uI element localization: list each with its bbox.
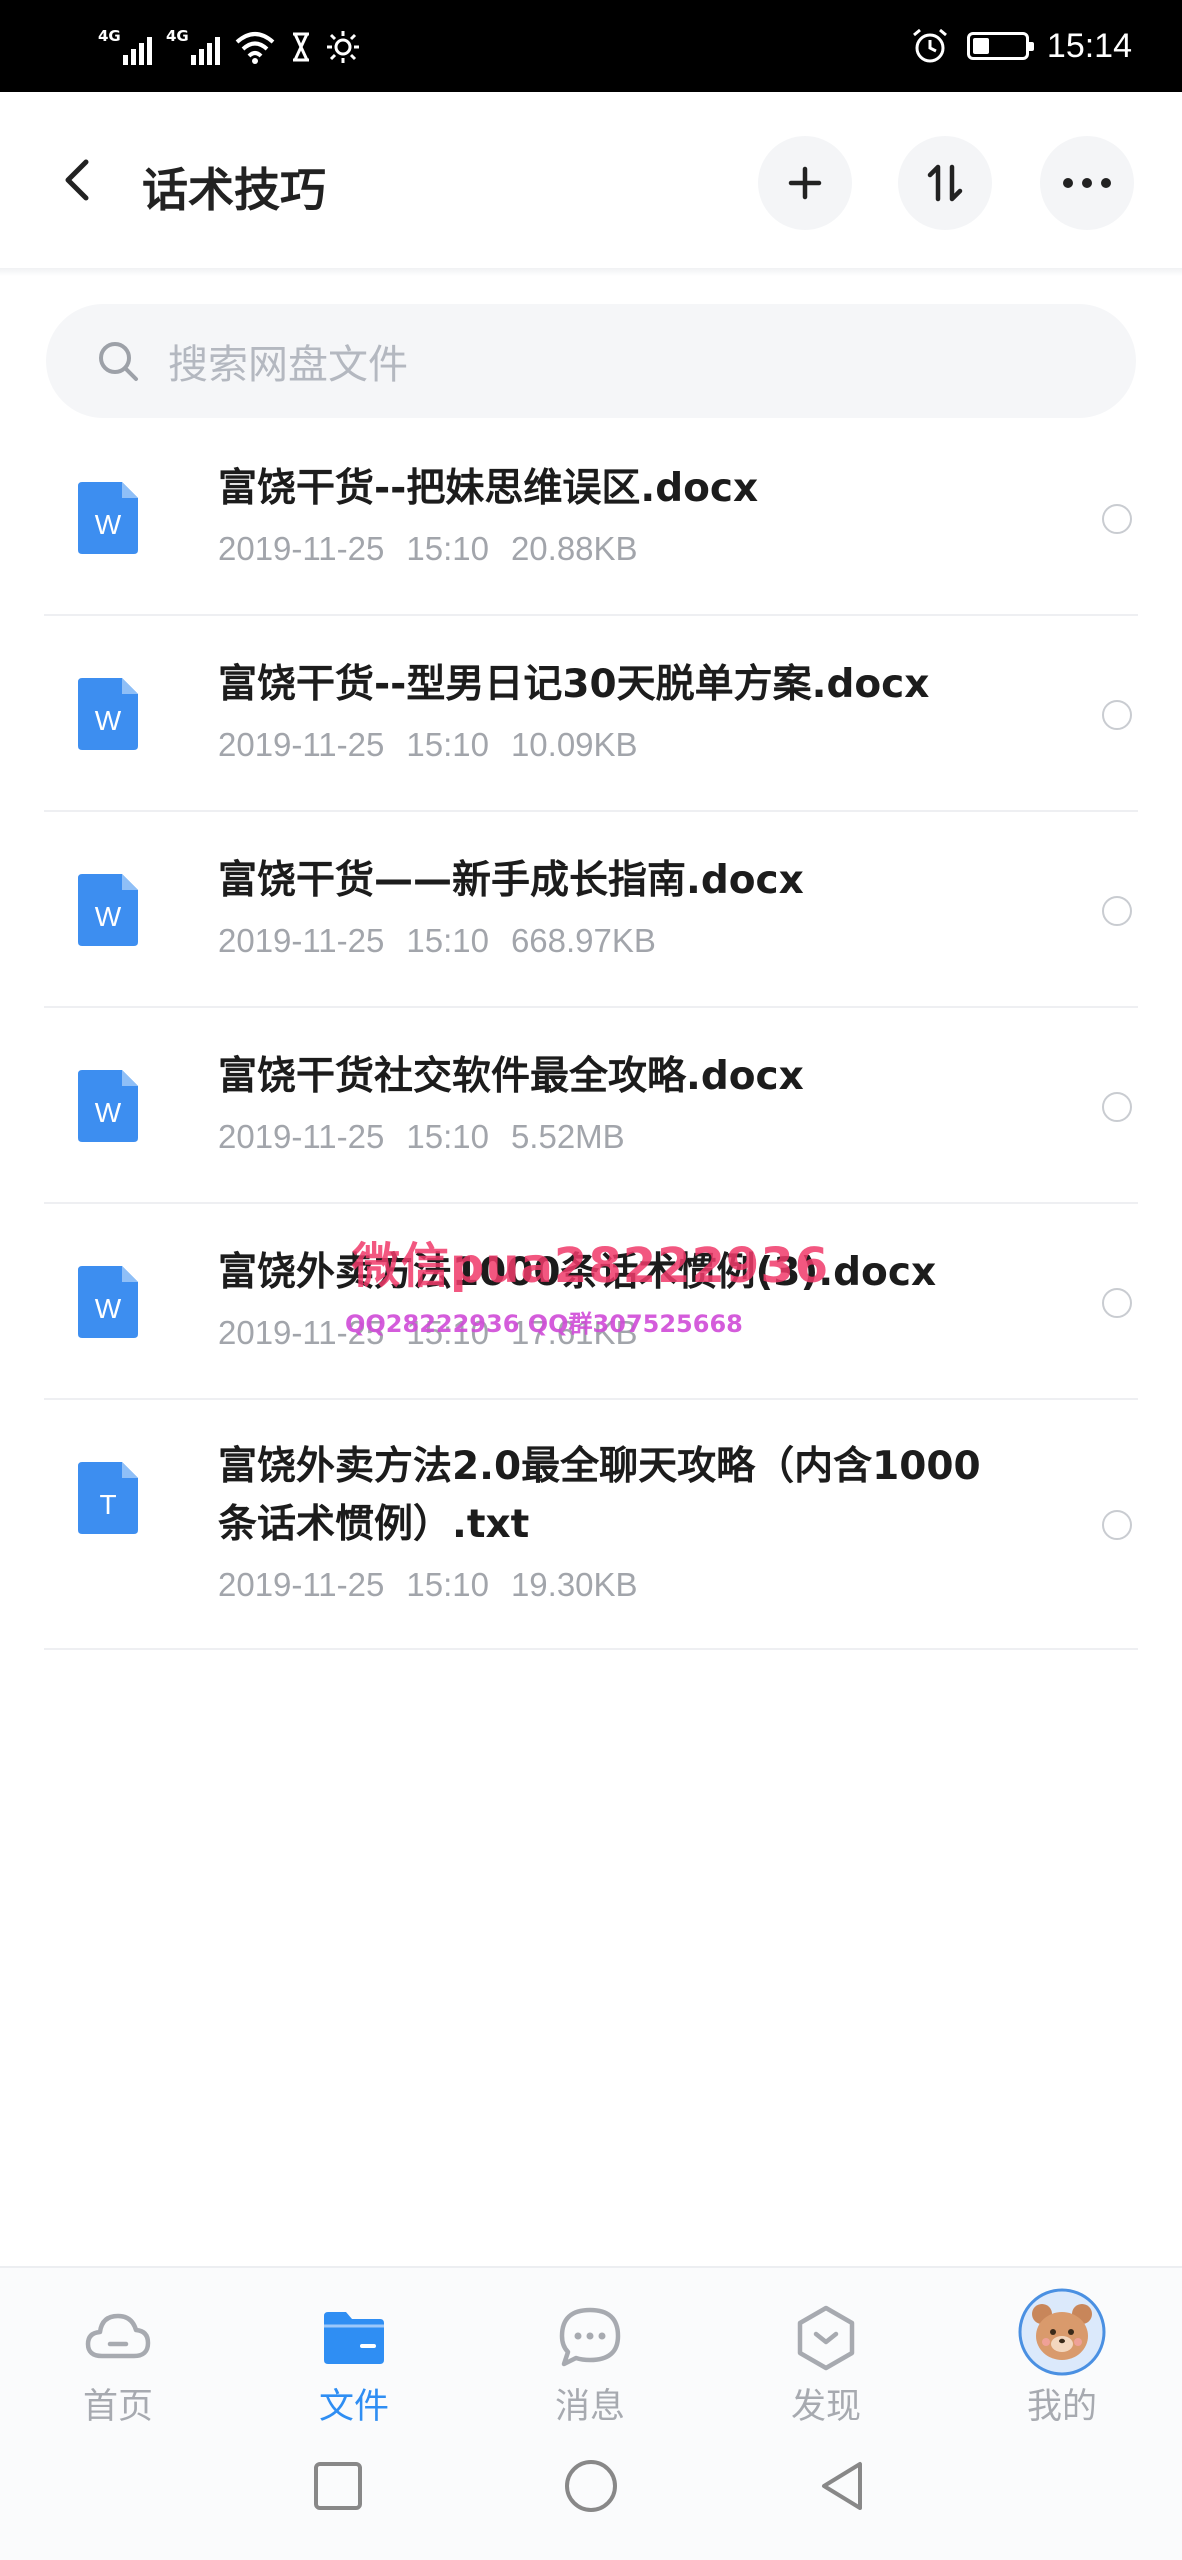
- battery-icon: [966, 32, 1034, 60]
- file-time: 15:10: [406, 1566, 489, 1603]
- system-nav-bar: [0, 2426, 1182, 2560]
- nav-messages[interactable]: 消息: [490, 2268, 690, 2428]
- page-title: 话术技巧: [142, 163, 326, 217]
- recents-icon[interactable]: [308, 2456, 368, 2516]
- file-name: 富饶干货——新手成长指南.docx: [218, 858, 804, 903]
- watermark-qq: QQ28222936 QQ群307525668: [345, 1310, 743, 1338]
- watermark-wechat: 微信pua28222936: [352, 1238, 830, 1294]
- file-date: 2019-11-25: [218, 530, 385, 567]
- cloud-icon: [85, 2313, 151, 2359]
- discover-icon: [797, 2305, 855, 2371]
- nav-label: 我的: [1026, 2387, 1097, 2427]
- file-size: 5.52MB: [510, 1118, 625, 1155]
- txt-file-icon: T: [78, 1462, 138, 1534]
- word-file-icon: W: [78, 1070, 138, 1142]
- file-type-letter: W: [95, 509, 122, 540]
- file-size: 10.09KB: [510, 726, 638, 763]
- file-type-letter: W: [95, 901, 122, 932]
- status-bar: 4G 4G 15:14: [0, 0, 1182, 92]
- select-radio[interactable]: [1102, 700, 1132, 730]
- file-meta: 2019-11-25 15:10 20.88KB: [218, 530, 660, 568]
- nav-files[interactable]: 文件: [254, 2268, 454, 2428]
- network-type: 4G: [98, 27, 121, 45]
- folder-icon: [324, 2312, 384, 2364]
- select-radio[interactable]: [1102, 896, 1132, 926]
- select-radio[interactable]: [1102, 1092, 1132, 1122]
- header-divider: [0, 268, 1182, 276]
- file-date: 2019-11-25: [218, 1118, 385, 1155]
- bottom-nav: 首页 文件 消息 发现 我的: [0, 2266, 1182, 2428]
- network-type-2: 4G: [166, 27, 189, 45]
- file-size: 668.97KB: [510, 922, 656, 959]
- add-button[interactable]: [758, 136, 852, 230]
- back-icon[interactable]: [48, 150, 108, 210]
- file-size: 19.30KB: [510, 1566, 638, 1603]
- status-left: 4G 4G: [98, 22, 360, 72]
- nav-label: 首页: [82, 2387, 153, 2427]
- back-nav-icon[interactable]: [814, 2456, 874, 2516]
- file-type-letter: W: [95, 705, 122, 736]
- app-header: 话术技巧: [0, 92, 1182, 270]
- search-icon: [99, 342, 138, 381]
- alarm-icon: [912, 28, 947, 63]
- file-type-letter: T: [99, 1489, 116, 1520]
- status-right: 15:14: [911, 20, 1132, 72]
- file-row[interactable]: T 富饶外卖方法2.0最全聊天攻略（内含1000条话术惯例）.txt 2019-…: [0, 1400, 1182, 1650]
- signal-icon-2: 4G: [166, 27, 220, 65]
- message-icon: [559, 2307, 621, 2367]
- file-name: 富饶干货社交软件最全攻略.docx: [218, 1054, 804, 1099]
- nav-discover[interactable]: 发现: [726, 2268, 926, 2428]
- file-date: 2019-11-25: [218, 1566, 385, 1603]
- more-icon: [1063, 178, 1111, 188]
- file-row[interactable]: W 富饶干货社交软件最全攻略.docx 2019-11-25 15:10 5.52M…: [0, 1008, 1182, 1204]
- file-time: 15:10: [406, 922, 489, 959]
- file-meta: 2019-11-25 15:10 5.52MB: [218, 1118, 647, 1156]
- wifi-icon: [235, 32, 275, 64]
- word-file-icon: W: [78, 482, 138, 554]
- file-time: 15:10: [406, 1118, 489, 1155]
- hourglass-icon: [293, 32, 309, 62]
- file-name: 富饶干货--型男日记30天脱单方案.docx: [218, 662, 930, 707]
- brightness-icon: [327, 31, 359, 63]
- search-bar[interactable]: 搜索网盘文件: [46, 304, 1136, 418]
- clock: 15:14: [1046, 26, 1132, 65]
- word-file-icon: W: [78, 1266, 138, 1338]
- file-row[interactable]: W 富饶干货——新手成长指南.docx 2019-11-25 15:10 668.9…: [0, 812, 1182, 1008]
- nav-label: 文件: [318, 2387, 389, 2427]
- word-file-icon: W: [78, 874, 138, 946]
- nav-home[interactable]: 首页: [18, 2268, 218, 2428]
- search-placeholder: 搜索网盘文件: [168, 342, 408, 388]
- avatar-icon: [1018, 2288, 1106, 2376]
- nav-label: 消息: [554, 2387, 625, 2427]
- file-date: 2019-11-25: [218, 726, 385, 763]
- select-radio[interactable]: [1102, 1288, 1132, 1318]
- file-time: 15:10: [406, 530, 489, 567]
- add-icon: [788, 166, 822, 200]
- sort-button[interactable]: [898, 136, 992, 230]
- screen: 4G 4G 15:14 话术技巧 搜索网盘文件 W 富饶干货--把妹思维误区.d…: [0, 0, 1182, 2560]
- select-radio[interactable]: [1102, 504, 1132, 534]
- file-type-letter: W: [95, 1293, 122, 1324]
- word-file-icon: W: [78, 678, 138, 750]
- file-row[interactable]: W 富饶干货--型男日记30天脱单方案.docx 2019-11-25 15:10…: [0, 616, 1182, 812]
- file-time: 15:10: [406, 726, 489, 763]
- file-type-letter: W: [95, 1097, 122, 1128]
- row-divider: [44, 1648, 1138, 1650]
- sort-icon: [927, 164, 963, 202]
- signal-icon: 4G: [98, 27, 152, 65]
- file-row[interactable]: W 富饶干货--把妹思维误区.docx 2019-11-25 15:10 20.88…: [0, 420, 1182, 616]
- file-name: 富饶干货--把妹思维误区.docx: [218, 466, 759, 511]
- select-radio[interactable]: [1102, 1510, 1132, 1540]
- home-icon[interactable]: [561, 2456, 621, 2516]
- nav-label: 发现: [790, 2387, 861, 2427]
- file-meta: 2019-11-25 15:10 19.30KB: [218, 1566, 660, 1604]
- file-size: 20.88KB: [510, 530, 638, 567]
- nav-me[interactable]: 我的: [962, 2268, 1162, 2428]
- file-date: 2019-11-25: [218, 922, 385, 959]
- file-name: 富饶外卖方法2.0最全聊天攻略（内含1000条话术惯例）.txt: [218, 1444, 981, 1547]
- file-meta: 2019-11-25 15:10 668.97KB: [218, 922, 678, 960]
- file-meta: 2019-11-25 15:10 10.09KB: [218, 726, 660, 764]
- more-button[interactable]: [1040, 136, 1134, 230]
